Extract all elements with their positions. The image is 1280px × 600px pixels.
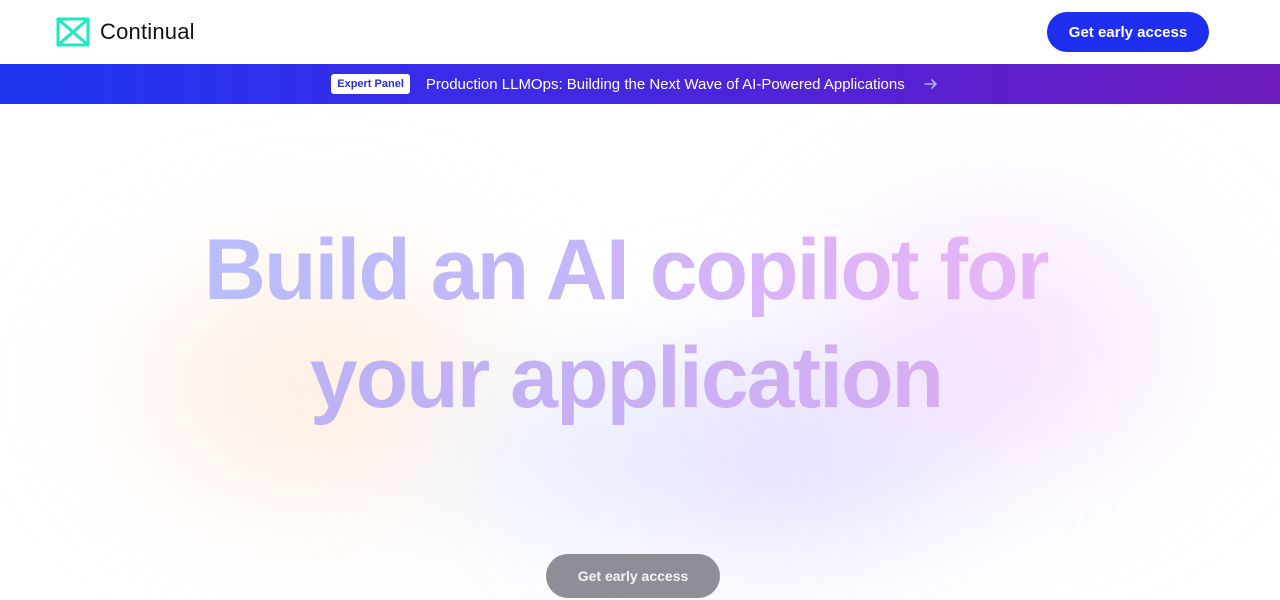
announcement-bar[interactable]: Expert Panel Production LLMOps: Building… [0,64,1280,104]
header-get-early-access-button[interactable]: Get early access [1047,12,1209,52]
hero-section: Build an AI copilot for your application… [0,104,1280,600]
hero-headline-line1: Build an AI copilot for [204,216,1050,324]
arrow-right-icon[interactable] [923,76,939,92]
announcement-link-text[interactable]: Production LLMOps: Building the Next Wav… [426,76,905,93]
announcement-badge: Expert Panel [331,74,410,94]
hero-headline: Build an AI copilot for your application [0,216,1252,432]
site-header: Continual Get early access [0,0,1280,64]
hero-get-early-access-button[interactable]: Get early access [546,554,720,598]
hero-headline-line2: your application [310,324,944,432]
brand-name: Continual [100,19,195,44]
brand-logo-link[interactable]: Continual [56,17,195,47]
bowtie-logo-icon [56,17,90,47]
